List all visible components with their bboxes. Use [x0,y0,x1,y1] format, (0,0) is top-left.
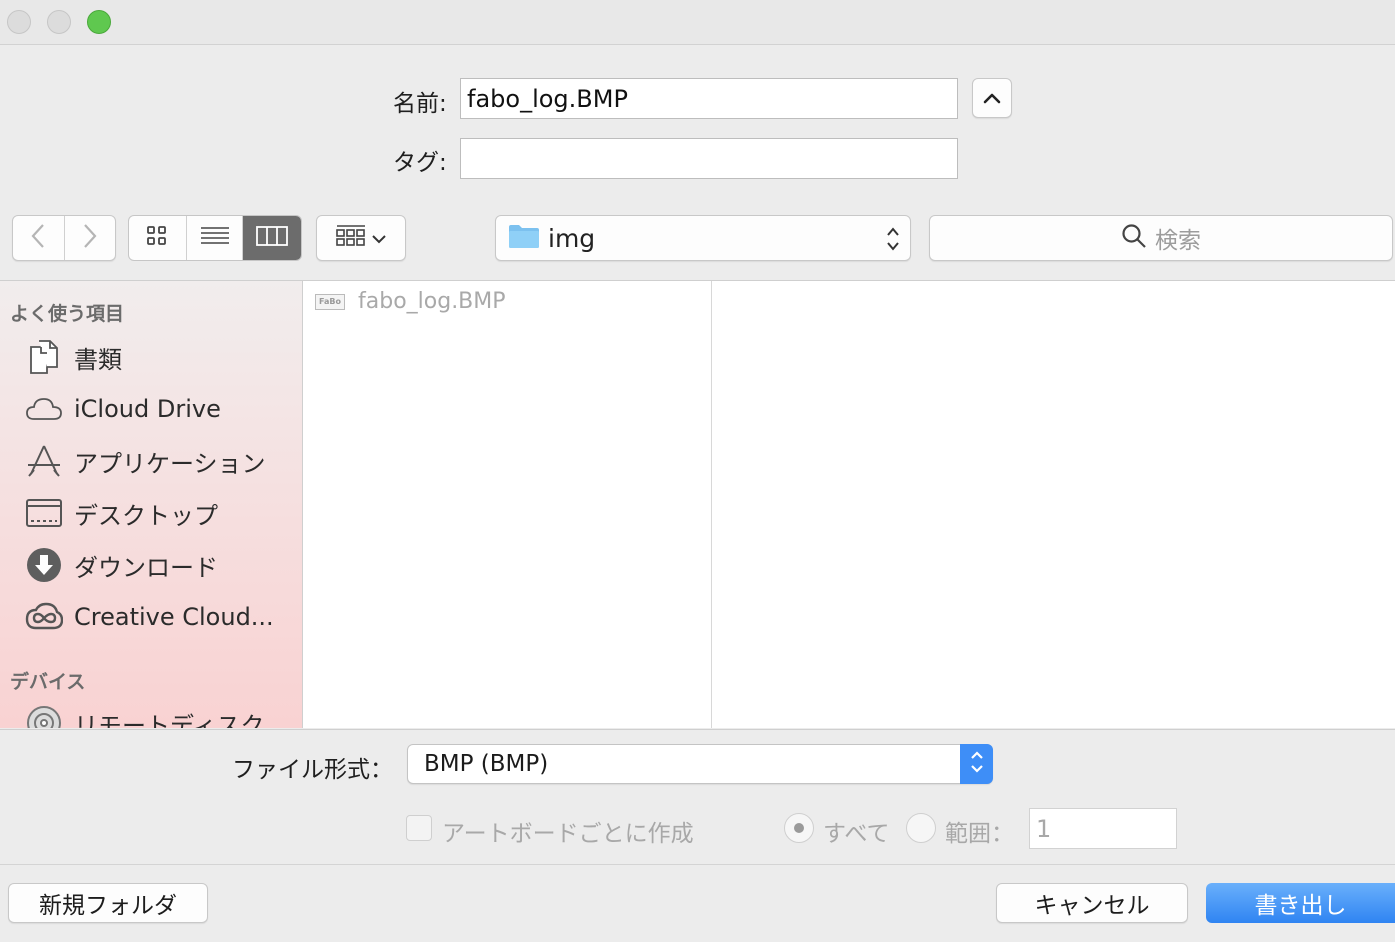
cloud-icon [24,389,64,429]
sidebar: よく使う項目 書類 iCloud Drive アプリケーション デスクトップ ダ… [0,281,303,728]
sidebar-item-documents[interactable]: 書類 [24,335,122,379]
devices-header: デバイス [10,671,86,693]
tags-field[interactable] [460,138,958,179]
minimize-window-button[interactable] [47,10,71,34]
sidebar-item-icloud-drive[interactable]: iCloud Drive [24,387,221,431]
sidebar-item-label: 書類 [74,345,122,374]
location-popup[interactable]: img [495,215,911,261]
preview-column [712,281,1395,728]
format-value: BMP (BMP) [424,751,549,777]
sidebar-item-remote-disc[interactable]: リモートディスク [24,701,264,728]
name-label: 名前: [393,91,447,117]
favorites-header: よく使う項目 [10,303,125,325]
cancel-button[interactable]: キャンセル [996,883,1188,923]
options-divider [0,864,1395,865]
sidebar-item-label: Creative Cloud... [74,603,274,631]
collapse-dialog-button[interactable] [972,78,1012,118]
sidebar-item-creative-cloud[interactable]: Creative Cloud... [24,595,274,639]
artboards-label: アートボードごとに作成 [442,821,694,847]
group-icon [336,224,366,252]
export-button[interactable]: 書き出し [1206,883,1395,923]
applications-icon [24,441,64,481]
sidebar-item-label: リモートディスク [74,711,265,729]
search-field[interactable]: 検索 [929,215,1393,261]
zoom-window-button[interactable] [87,10,111,34]
sidebar-item-applications[interactable]: アプリケーション [24,439,266,483]
file-row[interactable]: FaBo fabo_log.BMP [315,289,506,314]
range-radio[interactable] [906,813,936,843]
updown-chevron-icon [886,225,900,257]
artboards-checkbox[interactable] [406,815,432,841]
updown-chevron-icon [970,748,984,780]
tags-label: タグ: [393,150,447,176]
all-radio[interactable] [784,813,814,843]
grid-icon [146,225,168,251]
search-icon [1121,223,1147,253]
title-bar [0,0,1395,45]
close-window-button[interactable] [7,10,31,34]
back-button[interactable] [13,216,65,260]
new-folder-button[interactable]: 新規フォルダ [8,883,208,923]
sidebar-item-label: アプリケーション [74,449,266,478]
column-view-button[interactable] [243,216,301,260]
file-name: fabo_log.BMP [358,289,506,314]
location-label: img [548,223,596,253]
download-icon [24,545,64,585]
arrange-button[interactable] [316,215,406,261]
chevron-left-icon [31,223,45,253]
format-label: ファイル形式： [232,757,393,783]
range-field[interactable] [1029,808,1177,849]
list-view-button[interactable] [187,216,244,260]
format-popup-arrows[interactable] [960,744,993,784]
file-column: FaBo fabo_log.BMP [303,281,712,728]
chevron-down-icon [372,229,386,248]
name-field[interactable] [460,78,958,119]
columns-icon [256,226,289,250]
format-popup[interactable]: BMP (BMP) [407,744,993,784]
sidebar-item-label: ダウンロード [74,553,218,582]
creative-cloud-icon [24,597,64,637]
sidebar-item-downloads[interactable]: ダウンロード [24,543,218,587]
back-forward-control [12,215,116,261]
sidebar-item-label: iCloud Drive [74,395,221,423]
search-placeholder: 検索 [1155,228,1201,254]
folder-icon [508,223,540,253]
range-label: 範囲： [945,821,1014,847]
bmp-thumbnail-icon: FaBo [315,293,345,310]
all-label: すべて [823,821,890,847]
chevron-right-icon [83,223,97,253]
remote-disc-icon [24,703,64,728]
chevron-up-icon [983,89,1001,108]
view-mode-control [128,215,302,261]
desktop-icon [24,493,64,533]
icon-view-button[interactable] [129,216,187,260]
sidebar-item-label: デスクトップ [74,501,218,530]
document-icon [24,337,64,377]
forward-button[interactable] [65,216,116,260]
list-icon [200,226,230,250]
sidebar-item-desktop[interactable]: デスクトップ [24,491,218,535]
